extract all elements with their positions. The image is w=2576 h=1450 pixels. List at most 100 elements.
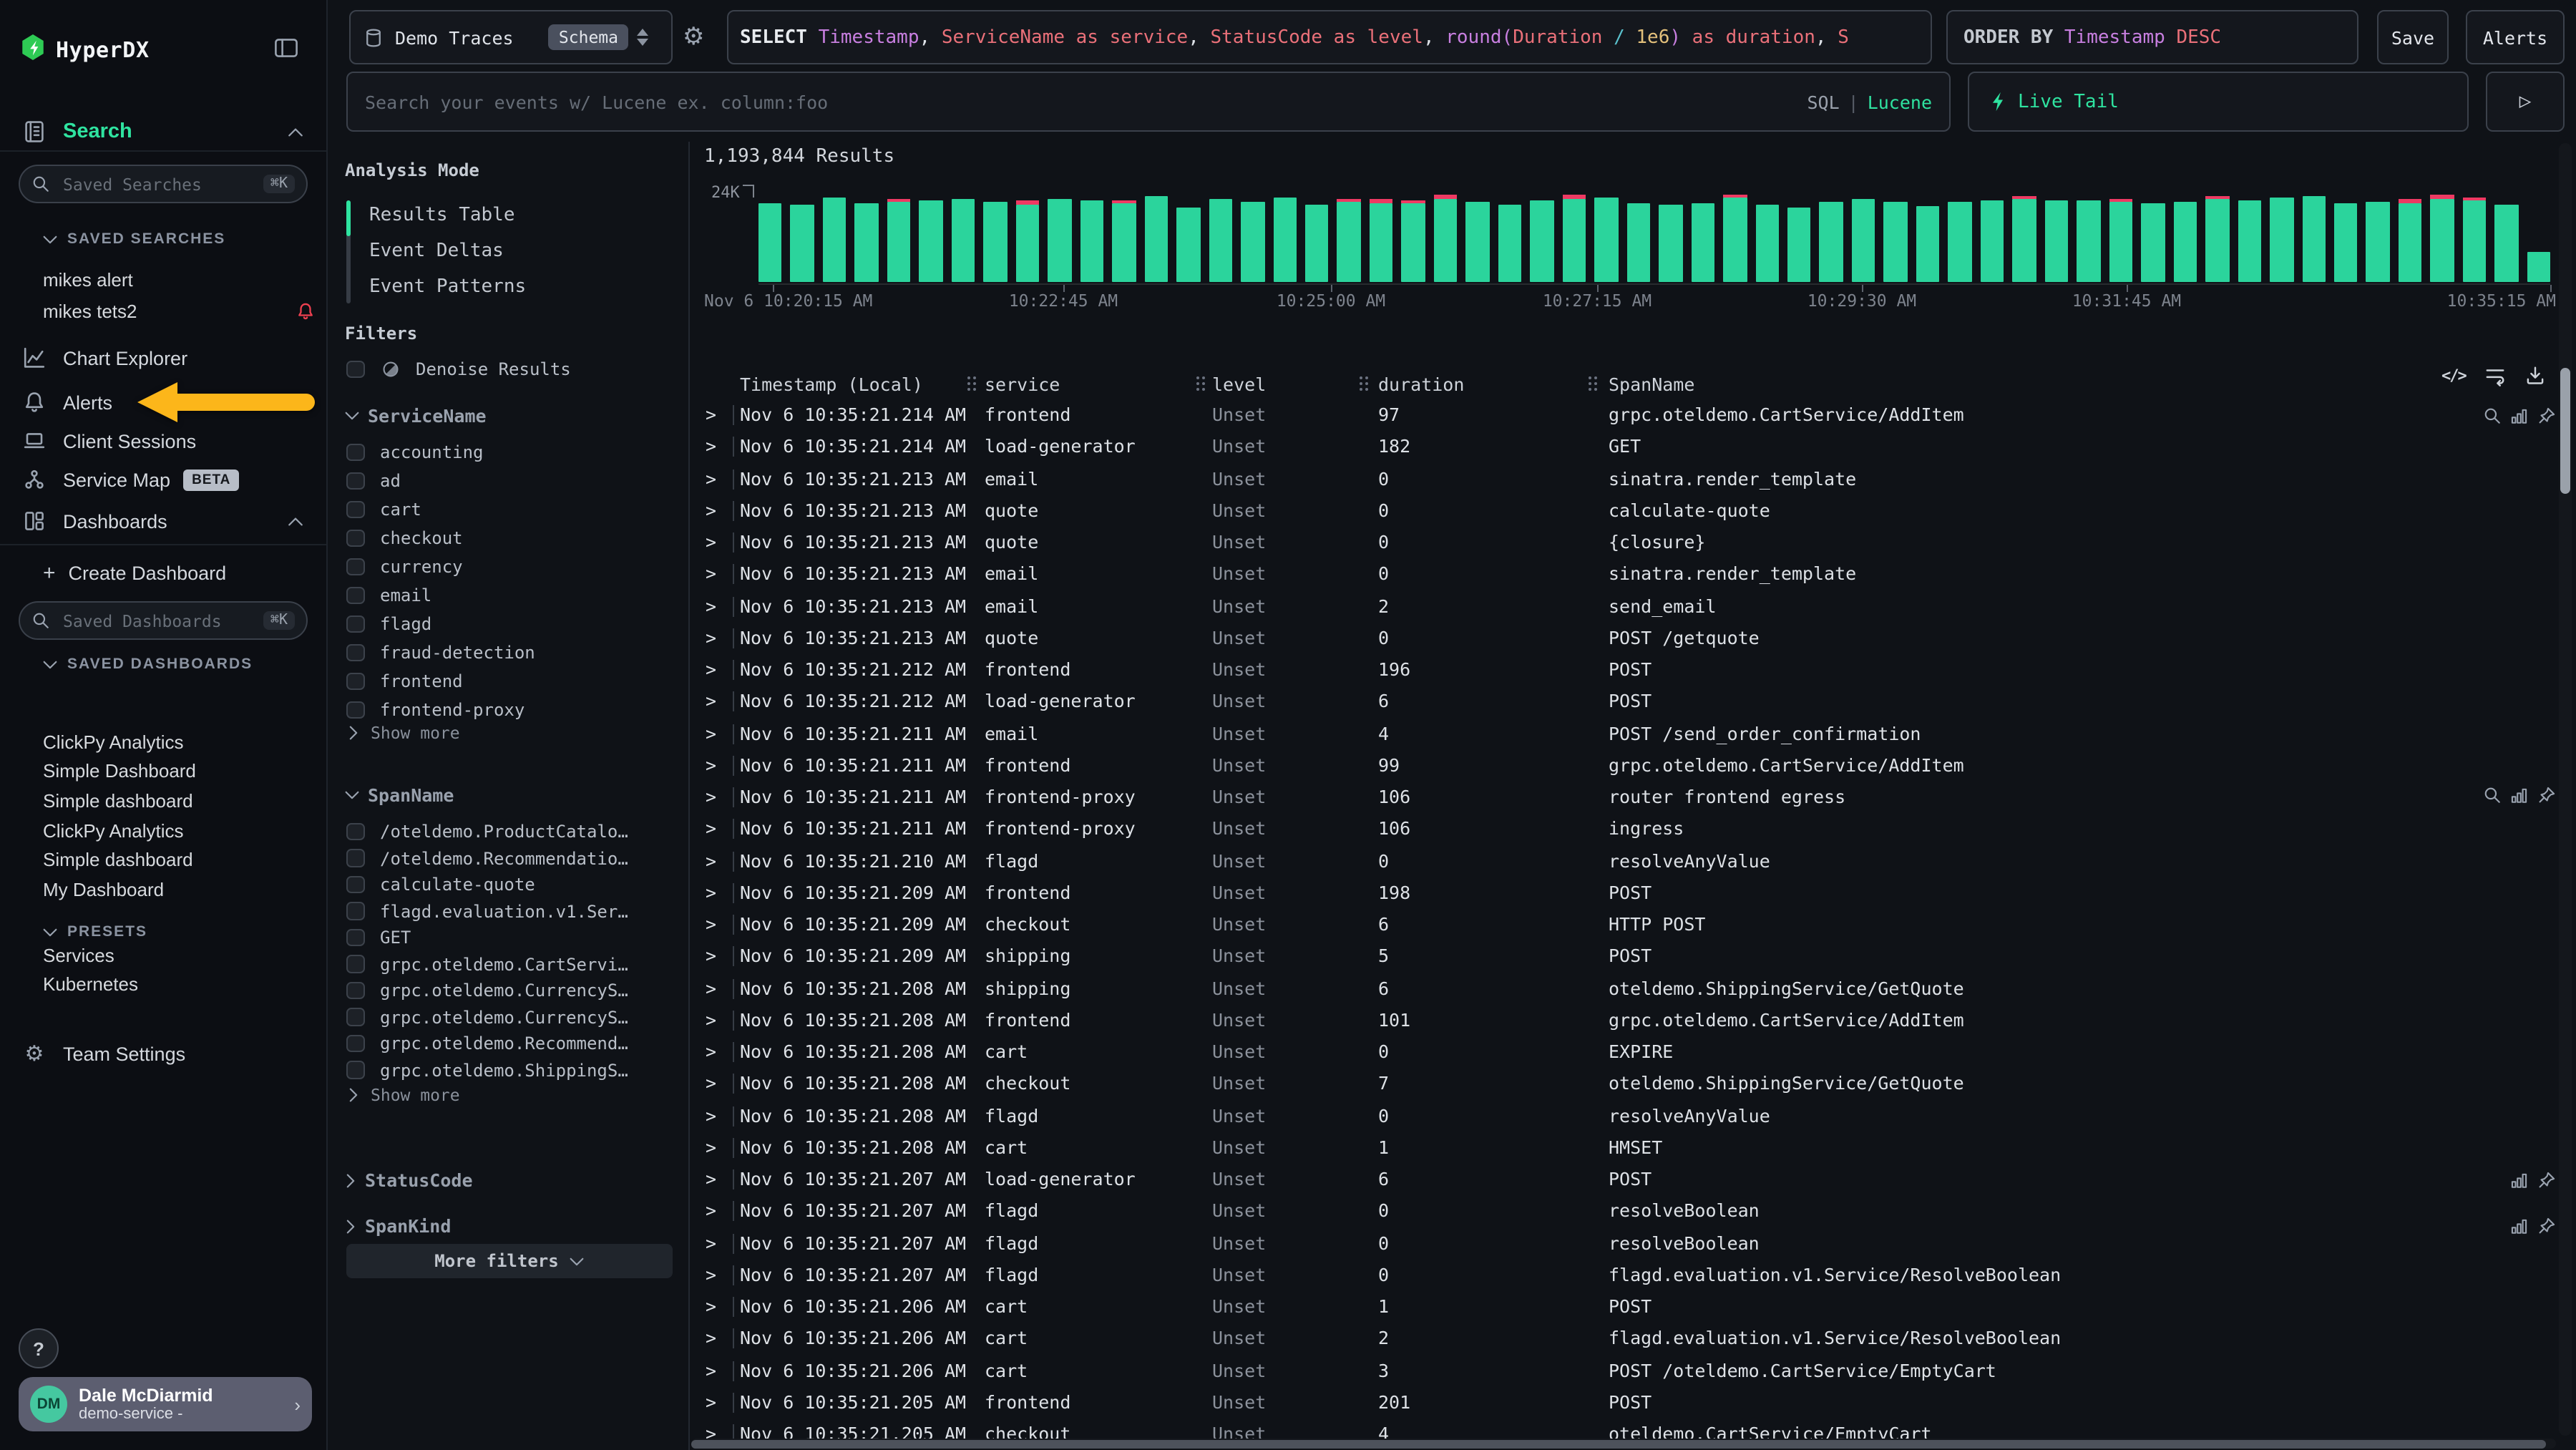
query-language-toggle[interactable]: SQL|Lucene <box>1807 91 1949 112</box>
column-resize-handle[interactable] <box>1589 376 1599 392</box>
histogram-bar[interactable] <box>1305 204 1329 282</box>
histogram-bar[interactable] <box>2045 200 2069 282</box>
histogram-bar[interactable] <box>887 202 911 282</box>
sidebar-item-team-settings[interactable]: ⚙ Team Settings <box>0 1035 326 1072</box>
row-expand-chevron[interactable]: > <box>706 399 716 432</box>
filter-checkbox[interactable] <box>346 823 364 841</box>
filter-checkbox[interactable] <box>346 472 364 490</box>
row-expand-chevron[interactable]: > <box>706 1323 716 1356</box>
servicename-filter-item[interactable]: checkout <box>346 527 2562 550</box>
sidebar-item-dashboards[interactable]: Dashboards <box>0 502 326 540</box>
denoise-checkbox[interactable] <box>346 361 364 379</box>
histogram-bar[interactable] <box>1466 201 1490 282</box>
table-row[interactable]: >Nov 6 10:35:21.211 AMfrontend-proxyUnse… <box>690 782 2576 814</box>
table-row[interactable]: >Nov 6 10:35:21.211 AMemailUnset4POST /s… <box>690 718 2576 750</box>
spanname-filter-item[interactable]: grpc.oteldemo.Recommend… <box>346 1032 2562 1055</box>
histogram-bar[interactable] <box>2366 201 2390 282</box>
sidebar-item-search[interactable]: Search <box>0 113 326 150</box>
histogram-bar[interactable] <box>1562 198 1586 282</box>
histogram-bar[interactable] <box>1144 196 1168 282</box>
spanname-filter-item[interactable]: grpc.oteldemo.ShippingS… <box>346 1059 2562 1081</box>
table-row[interactable]: >Nov 6 10:35:21.207 AMflagdUnset0flagd.e… <box>690 1260 2576 1292</box>
histogram-bar[interactable] <box>2431 198 2454 282</box>
histogram-bar[interactable] <box>791 205 814 282</box>
spanname-filter-item[interactable]: GET <box>346 926 2562 949</box>
histogram-bar[interactable] <box>1080 200 1103 282</box>
order-by-editor[interactable]: ORDER BY Timestamp DESC <box>1946 10 2358 64</box>
histogram-bar[interactable] <box>1755 204 1779 282</box>
histogram-bar[interactable] <box>2238 200 2261 282</box>
servicename-filter-item[interactable]: currency <box>346 555 2562 578</box>
saved-dashboard-item[interactable]: Simple dashboard <box>43 845 315 875</box>
histogram-bar[interactable] <box>2013 199 2036 282</box>
row-expand-chevron[interactable]: > <box>706 1100 716 1132</box>
saved-dashboard-item[interactable]: Simple dashboard <box>43 786 315 815</box>
column-header-timestamp[interactable]: Timestamp (Local) <box>740 369 923 399</box>
source-selector[interactable]: Demo Traces Schema <box>349 10 673 64</box>
table-row[interactable]: >Nov 6 10:35:21.206 AMcartUnset2flagd.ev… <box>690 1323 2576 1356</box>
mode-event-patterns[interactable]: Event Patterns <box>369 276 526 298</box>
histogram-bar[interactable] <box>1273 197 1297 282</box>
servicename-filter-item[interactable]: ad <box>346 469 2562 492</box>
histogram-bar[interactable] <box>1241 202 1264 282</box>
table-row[interactable]: >Nov 6 10:35:21.211 AMfrontendUnset99grp… <box>690 750 2576 782</box>
table-row[interactable]: >Nov 6 10:35:21.205 AMcheckoutUnset4otel… <box>690 1419 2576 1439</box>
row-expand-chevron[interactable]: > <box>706 1387 716 1419</box>
histogram-bar[interactable] <box>1723 198 1747 282</box>
row-expand-chevron[interactable]: > <box>706 782 716 814</box>
sidebar-item-create-dashboard[interactable]: + Create Dashboard <box>0 554 326 591</box>
histogram-bar[interactable] <box>1531 200 1554 282</box>
saved-search-item[interactable]: mikes tets2 <box>43 296 315 328</box>
source-settings-gear-icon[interactable]: ⚙ <box>683 26 705 50</box>
row-expand-chevron[interactable]: > <box>706 1164 716 1196</box>
filter-checkbox[interactable] <box>346 701 364 719</box>
column-header-level[interactable]: level <box>1212 369 1266 399</box>
histogram-bar[interactable] <box>984 201 1008 282</box>
table-row[interactable]: >Nov 6 10:35:21.208 AMflagdUnset0resolve… <box>690 1100 2576 1132</box>
histogram-bar[interactable] <box>1016 204 1040 282</box>
histogram-bar[interactable] <box>2399 203 2422 282</box>
filter-checkbox[interactable] <box>346 1035 364 1053</box>
servicename-filter-item[interactable]: accounting <box>346 441 2562 464</box>
histogram-bar[interactable] <box>1370 203 1393 282</box>
histogram-bar[interactable] <box>758 203 782 282</box>
table-row[interactable]: >Nov 6 10:35:21.207 AMflagdUnset0resolve… <box>690 1227 2576 1260</box>
presets-section[interactable]: PRESETS <box>43 923 147 940</box>
table-row[interactable]: >Nov 6 10:35:21.205 AMfrontendUnset201PO… <box>690 1387 2576 1419</box>
saved-searches-searchbox[interactable]: ⌘K <box>19 165 308 203</box>
filter-checkbox[interactable] <box>346 558 364 576</box>
filter-checkbox[interactable] <box>346 902 364 920</box>
sidebar-item-chart-explorer[interactable]: Chart Explorer <box>0 339 326 376</box>
chevron-up-icon[interactable] <box>288 127 303 137</box>
table-row[interactable]: >Nov 6 10:35:21.207 AMflagdUnset0resolve… <box>690 1196 2576 1228</box>
spanname-filter-item[interactable]: grpc.oteldemo.CurrencyS… <box>346 979 2562 1002</box>
saved-dashboards-searchbox[interactable]: ⌘K <box>19 601 308 640</box>
histogram-bar[interactable] <box>1626 203 1650 282</box>
histogram-bar[interactable] <box>1948 201 1972 282</box>
row-expand-chevron[interactable]: > <box>706 1260 716 1292</box>
histogram-bar[interactable] <box>1659 205 1682 282</box>
filter-checkbox[interactable] <box>346 673 364 691</box>
histogram-bar[interactable] <box>2205 199 2229 282</box>
saved-searches-input[interactable] <box>60 172 263 195</box>
column-resize-handle[interactable] <box>967 376 977 392</box>
histogram-bar[interactable] <box>2463 200 2487 282</box>
hyperdx-logo-icon[interactable] <box>21 34 44 60</box>
filter-checkbox[interactable] <box>346 587 364 605</box>
sidebar-item-service-map[interactable]: Service Map BETA <box>0 461 326 498</box>
row-expand-chevron[interactable]: > <box>706 1355 716 1387</box>
histogram-bar[interactable] <box>1337 202 1361 282</box>
filter-checkbox[interactable] <box>346 1061 364 1079</box>
mode-event-deltas[interactable]: Event Deltas <box>369 240 504 262</box>
preset-dashboard-item[interactable]: Services <box>43 940 315 970</box>
histogram-bar[interactable] <box>2270 198 2293 282</box>
histogram-bar[interactable] <box>1884 201 1908 282</box>
horizontal-scrollbar-thumb[interactable] <box>691 1439 2546 1448</box>
column-header-duration[interactable]: duration <box>1378 369 1464 399</box>
histogram-bar[interactable] <box>1852 198 1875 282</box>
row-expand-chevron[interactable]: > <box>706 1227 716 1260</box>
table-row[interactable]: >Nov 6 10:35:21.208 AMcartUnset1HMSET <box>690 1132 2576 1164</box>
histogram-bar[interactable] <box>2302 197 2326 282</box>
sidebar-item-client-sessions[interactable]: Client Sessions <box>0 422 326 459</box>
histogram-bar[interactable] <box>2495 204 2519 282</box>
